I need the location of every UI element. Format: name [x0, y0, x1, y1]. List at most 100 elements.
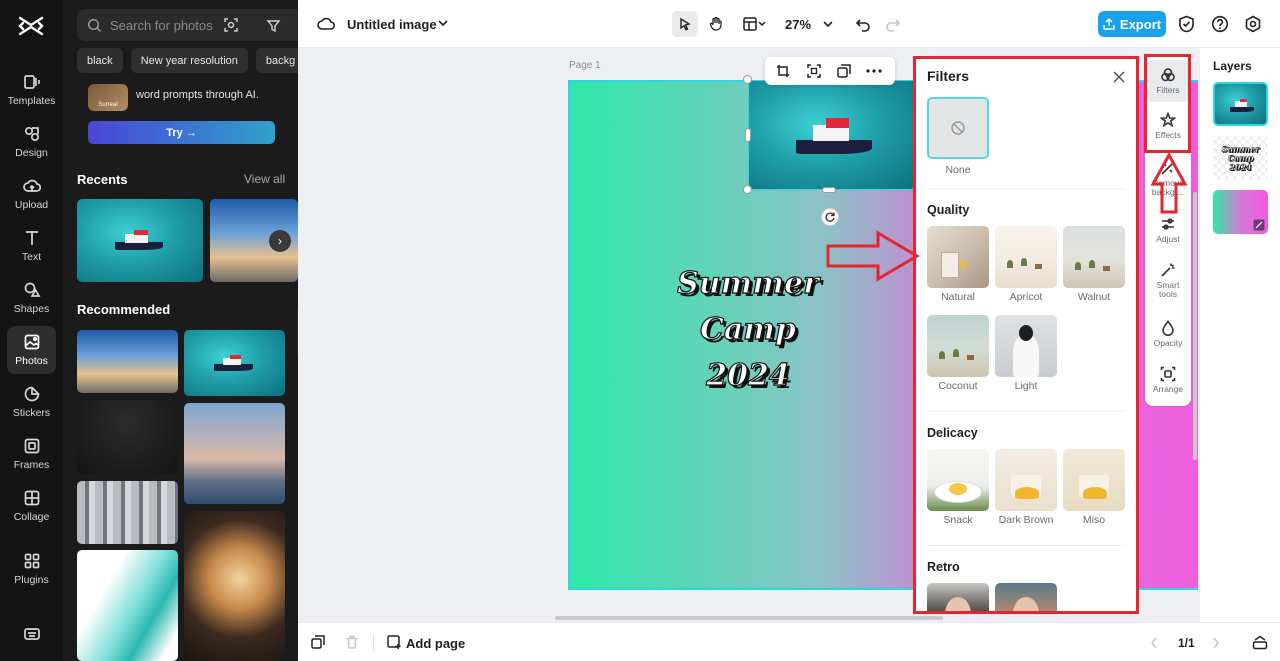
tool-arrange[interactable]: Arrange [1147, 366, 1189, 394]
recommended-title: Recommended [77, 302, 171, 317]
cloud-save-icon[interactable] [317, 16, 335, 32]
selected-boat-photo[interactable] [748, 80, 918, 190]
export-label: Export [1119, 16, 1162, 32]
frames-icon [24, 438, 39, 454]
headline-text[interactable]: Summer Camp 2024 [668, 261, 828, 399]
headline-line: Camp [699, 311, 797, 347]
layers-title: Layers [1213, 59, 1252, 73]
rail-item-text[interactable]: Text [7, 222, 56, 270]
rail-label: Collage [13, 511, 50, 523]
chevron-left-icon[interactable] [1150, 637, 1158, 649]
recommended-photo[interactable] [77, 481, 178, 544]
rail-label: Frames [13, 459, 50, 471]
rail-item-design[interactable]: Design [7, 118, 56, 166]
layer-boat-photo[interactable] [1213, 82, 1268, 126]
rail-item-keyboard[interactable] [7, 620, 56, 648]
search-input[interactable]: Search for photos [110, 18, 213, 33]
layers-toggle-icon[interactable] [1252, 635, 1268, 650]
funnel-icon [266, 19, 280, 32]
trash-icon[interactable] [345, 635, 359, 649]
page-label: Page 1 [569, 60, 601, 71]
photos-icon [24, 334, 39, 350]
keyboard-icon [23, 628, 40, 640]
background-badge-icon [1253, 219, 1265, 231]
recommended-photo[interactable] [184, 330, 285, 396]
view-all-link[interactable]: View all [244, 172, 285, 186]
tool-label: Adjust [1156, 234, 1180, 244]
recommended-photo[interactable] [77, 400, 178, 474]
search-icon [87, 18, 102, 32]
chevron-down-icon[interactable] [823, 20, 833, 28]
rail-item-collage[interactable]: Collage [7, 482, 56, 530]
recent-photo-boat[interactable] [77, 199, 203, 282]
rail-item-frames[interactable]: Frames [7, 430, 56, 478]
tool-adjust[interactable]: Adjust [1147, 216, 1189, 244]
layer-headline-text[interactable]: Summer Camp 2024 [1213, 136, 1268, 180]
resize-handle[interactable] [743, 185, 752, 194]
rail-item-templates[interactable]: Templates [7, 66, 56, 114]
tool-label: Smart tools [1157, 281, 1180, 299]
tool-smart-tools[interactable]: Smart tools [1147, 262, 1189, 299]
horizontal-scrollbar[interactable] [555, 616, 943, 620]
chevron-right-icon[interactable] [1212, 637, 1220, 649]
zoom-level[interactable]: 27% [785, 17, 811, 32]
capcut-logo-icon[interactable] [17, 14, 45, 38]
resize-handle[interactable] [743, 75, 752, 84]
chevron-right-icon[interactable]: › [269, 230, 291, 252]
duplicate-icon[interactable] [837, 64, 851, 78]
recommended-photo[interactable] [184, 511, 285, 661]
upload-cloud-icon [22, 179, 41, 192]
context-toolbar [765, 57, 895, 85]
templates-icon [23, 75, 40, 89]
opacity-drop-icon [1162, 320, 1174, 336]
left-rail: Templates Design Upload Text Shapes Phot… [0, 0, 63, 661]
select-tool-button[interactable] [672, 11, 698, 37]
promo-badge: Surreal [98, 102, 118, 108]
shield-icon[interactable] [1178, 15, 1195, 33]
plugins-icon [24, 553, 39, 569]
rail-label: Shapes [13, 303, 50, 315]
undo-icon[interactable] [855, 16, 871, 32]
shapes-icon [24, 282, 40, 297]
rail-item-shapes[interactable]: Shapes [7, 274, 56, 322]
design-icon [24, 126, 39, 142]
more-options-icon[interactable] [866, 69, 882, 73]
vertical-scrollbar[interactable] [1193, 192, 1197, 460]
chip-new-year-resolution[interactable]: New year resolution [130, 48, 248, 73]
tool-opacity[interactable]: Opacity [1147, 320, 1189, 348]
document-title[interactable]: Untitled image [347, 17, 437, 32]
replace-icon[interactable] [807, 64, 821, 78]
recommended-photo[interactable] [77, 330, 178, 393]
settings-gear-icon[interactable] [1244, 15, 1262, 33]
export-button[interactable]: Export [1098, 11, 1166, 37]
search-filter-button[interactable] [257, 9, 289, 41]
rail-item-upload[interactable]: Upload [7, 170, 56, 218]
layer-text-line: 2024 [1229, 161, 1252, 172]
recommended-photo[interactable] [77, 550, 178, 661]
add-page-button[interactable]: Add page [406, 636, 465, 651]
duplicate-page-icon[interactable] [311, 635, 325, 649]
add-page-icon[interactable] [387, 635, 402, 650]
layer-background[interactable] [1213, 190, 1268, 234]
rail-item-stickers[interactable]: Stickers [7, 378, 56, 426]
chevron-down-icon[interactable] [438, 19, 448, 27]
resize-handle[interactable] [745, 128, 751, 142]
try-ai-button[interactable]: Try → [88, 121, 275, 144]
rotate-icon [825, 212, 835, 222]
rail-label: Plugins [14, 574, 49, 586]
resize-handle[interactable] [822, 187, 836, 193]
crop-icon[interactable] [776, 64, 790, 78]
rotate-handle[interactable] [821, 208, 839, 226]
cursor-icon [680, 17, 691, 31]
layout-menu-button[interactable] [738, 11, 772, 37]
help-icon[interactable] [1211, 15, 1229, 33]
hand-tool-button[interactable] [703, 11, 729, 37]
recommended-photo[interactable] [184, 403, 285, 504]
annotation-arrow-right-icon [826, 230, 920, 282]
rail-item-plugins[interactable]: Plugins [7, 545, 56, 593]
redo-icon[interactable] [885, 16, 901, 32]
image-search-icon[interactable] [223, 17, 239, 33]
chip-black[interactable]: black [77, 48, 123, 73]
chip-background[interactable]: backg [255, 48, 298, 73]
rail-item-photos[interactable]: Photos [7, 326, 56, 374]
